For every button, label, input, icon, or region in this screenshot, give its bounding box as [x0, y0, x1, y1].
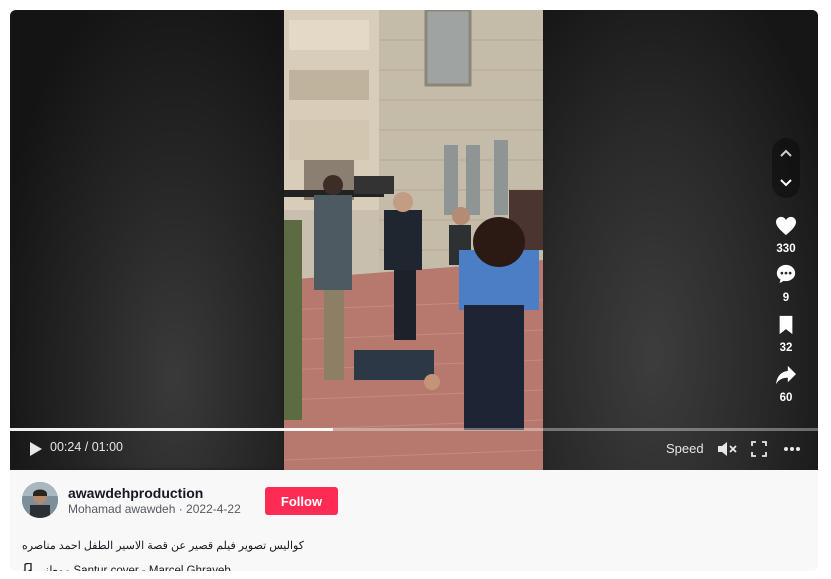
heart-icon	[775, 216, 797, 240]
chevron-up-icon[interactable]	[778, 146, 794, 160]
speed-button[interactable]: Speed	[666, 441, 704, 456]
fullscreen-icon[interactable]	[750, 441, 768, 457]
share-button[interactable]: 60	[772, 365, 800, 404]
video-nav	[772, 138, 800, 198]
video-card: 00:24 / 01:00 Speed 330 9 32 60 awawdehp…	[10, 10, 818, 571]
music-title: موطني Santur cover - Marcel Ghrayeb	[36, 565, 231, 571]
video-frame-image	[284, 10, 543, 470]
more-icon[interactable]	[782, 443, 802, 455]
video-description: كواليس تصوير فيلم قصير عن قصة الاسير الط…	[22, 540, 304, 552]
like-count: 330	[776, 243, 796, 255]
time-display: 00:24 / 01:00	[50, 440, 123, 454]
comment-count: 9	[782, 292, 790, 304]
video-info: awawdehproduction Mohamad awawdeh · 2022…	[10, 470, 818, 571]
bookmark-icon	[777, 315, 795, 339]
like-button[interactable]: 330	[772, 216, 800, 255]
share-icon	[775, 365, 797, 389]
music-link[interactable]: موطني Santur cover - Marcel Ghrayeb	[22, 562, 231, 571]
share-count: 60	[779, 392, 793, 404]
avatar[interactable]	[22, 482, 58, 518]
comment-button[interactable]: 9	[772, 263, 800, 304]
save-count: 32	[779, 342, 793, 354]
seek-bar-progress	[10, 428, 334, 431]
author-nickname-date: Mohamad awawdeh · 2022-4-22	[68, 502, 241, 516]
video-controls: 00:24 / 01:00 Speed	[10, 438, 818, 470]
follow-button[interactable]: Follow	[265, 487, 338, 515]
seek-bar[interactable]	[10, 428, 818, 431]
play-icon[interactable]	[28, 441, 44, 457]
video-player[interactable]: 00:24 / 01:00 Speed 330 9 32 60	[10, 10, 818, 470]
chevron-down-icon[interactable]	[778, 176, 794, 190]
save-button[interactable]: 32	[772, 315, 800, 354]
mute-icon[interactable]	[716, 440, 738, 458]
author-username[interactable]: awawdehproduction	[68, 485, 203, 501]
video-blur-background-left	[10, 10, 284, 470]
video-frame[interactable]	[284, 10, 543, 470]
comment-icon	[775, 264, 797, 289]
music-note-icon	[22, 562, 32, 571]
